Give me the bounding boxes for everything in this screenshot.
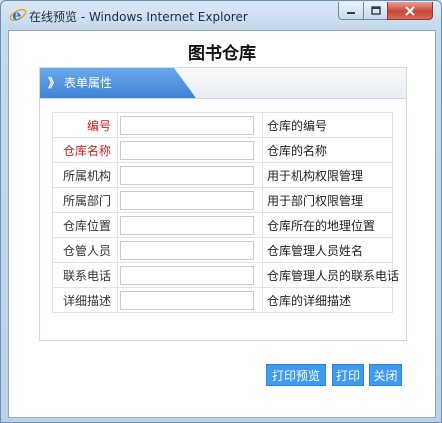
svg-text:e: e <box>12 8 21 24</box>
field-input[interactable] <box>120 165 254 185</box>
field-description: 仓库的详细描述 <box>262 287 393 313</box>
minimize-button[interactable] <box>338 2 364 20</box>
page-title: 图书仓库 <box>188 44 256 64</box>
maximize-button[interactable] <box>363 2 388 20</box>
field-description: 用于机构权限管理 <box>262 162 393 188</box>
window-title: 在线预览 - Windows Internet Explorer <box>29 10 248 24</box>
print-preview-button[interactable]: 打印预览 <box>266 364 326 386</box>
browser-window: e 在线预览 - Windows Internet Explorer 图书仓库 … <box>0 0 442 423</box>
field-label: 所属机构 <box>52 162 118 188</box>
form-row: 详细描述 仓库的详细描述 <box>52 287 393 313</box>
field-label: 联系电话 <box>52 262 118 288</box>
close-icon <box>405 5 415 16</box>
tab-form-properties[interactable]: 》表单属性 <box>40 68 196 98</box>
field-input-cell <box>117 112 263 138</box>
field-description: 仓库管理人员姓名 <box>262 237 393 263</box>
field-description: 用于部门权限管理 <box>262 187 393 213</box>
page-content: 图书仓库 》表单属性 编号 仓库的编号 仓库名称 仓库的名称 所属机构 用于机构权限管理所… <box>8 30 436 418</box>
field-input-cell <box>117 212 263 238</box>
tab-label: 表单属性 <box>64 76 113 90</box>
print-button[interactable]: 打印 <box>332 364 364 386</box>
form-row: 仓库位置 仓库所在的地理位置 <box>52 212 393 238</box>
field-input-cell <box>117 137 263 163</box>
field-input-cell <box>117 187 263 213</box>
field-input[interactable] <box>120 290 254 310</box>
field-label: 仓管人员 <box>52 237 118 263</box>
field-label: 详细描述 <box>52 287 118 313</box>
form-row: 所属机构 用于机构权限管理 <box>52 162 393 188</box>
field-description: 仓库的编号 <box>262 112 393 138</box>
field-input[interactable] <box>120 265 254 285</box>
form-row: 编号 仓库的编号 <box>52 112 393 138</box>
close-window-button[interactable] <box>387 2 433 20</box>
title-bar[interactable]: e 在线预览 - Windows Internet Explorer <box>1 1 441 29</box>
panel-header: 》表单属性 <box>40 68 406 99</box>
field-input[interactable] <box>120 215 254 235</box>
form-panel: 》表单属性 编号 仓库的编号仓库名称 仓库的名称所属机构 用于机构权限管理所属部门 用于… <box>39 67 407 341</box>
field-label: 编号 <box>52 112 118 138</box>
field-label: 所属部门 <box>52 187 118 213</box>
field-input[interactable] <box>120 115 254 135</box>
field-label: 仓库名称 <box>52 137 118 163</box>
field-label: 仓库位置 <box>52 212 118 238</box>
field-description: 仓库管理人员的联系电话 <box>262 262 399 288</box>
double-chevron-icon: 》 <box>48 76 61 90</box>
field-input[interactable] <box>120 240 254 260</box>
field-description: 仓库所在的地理位置 <box>262 212 393 238</box>
maximize-icon <box>370 6 381 15</box>
minimize-icon <box>347 11 355 14</box>
field-input-cell <box>117 287 263 313</box>
field-input[interactable] <box>120 190 254 210</box>
form-table: 编号 仓库的编号仓库名称 仓库的名称所属机构 用于机构权限管理所属部门 用于部门权限管理… <box>52 112 399 313</box>
form-row: 联系电话 仓库管理人员的联系电话 <box>52 262 399 288</box>
field-input-cell <box>117 162 263 188</box>
field-description: 仓库的名称 <box>262 137 393 163</box>
close-button[interactable]: 关闭 <box>369 364 402 386</box>
form-row: 所属部门 用于部门权限管理 <box>52 187 393 213</box>
field-input-cell <box>117 262 263 288</box>
form-row: 仓库名称 仓库的名称 <box>52 137 393 163</box>
field-input[interactable] <box>120 140 254 160</box>
field-input-cell <box>117 237 263 263</box>
ie-icon: e <box>9 8 27 24</box>
form-row: 仓管人员 仓库管理人员姓名 <box>52 237 393 263</box>
